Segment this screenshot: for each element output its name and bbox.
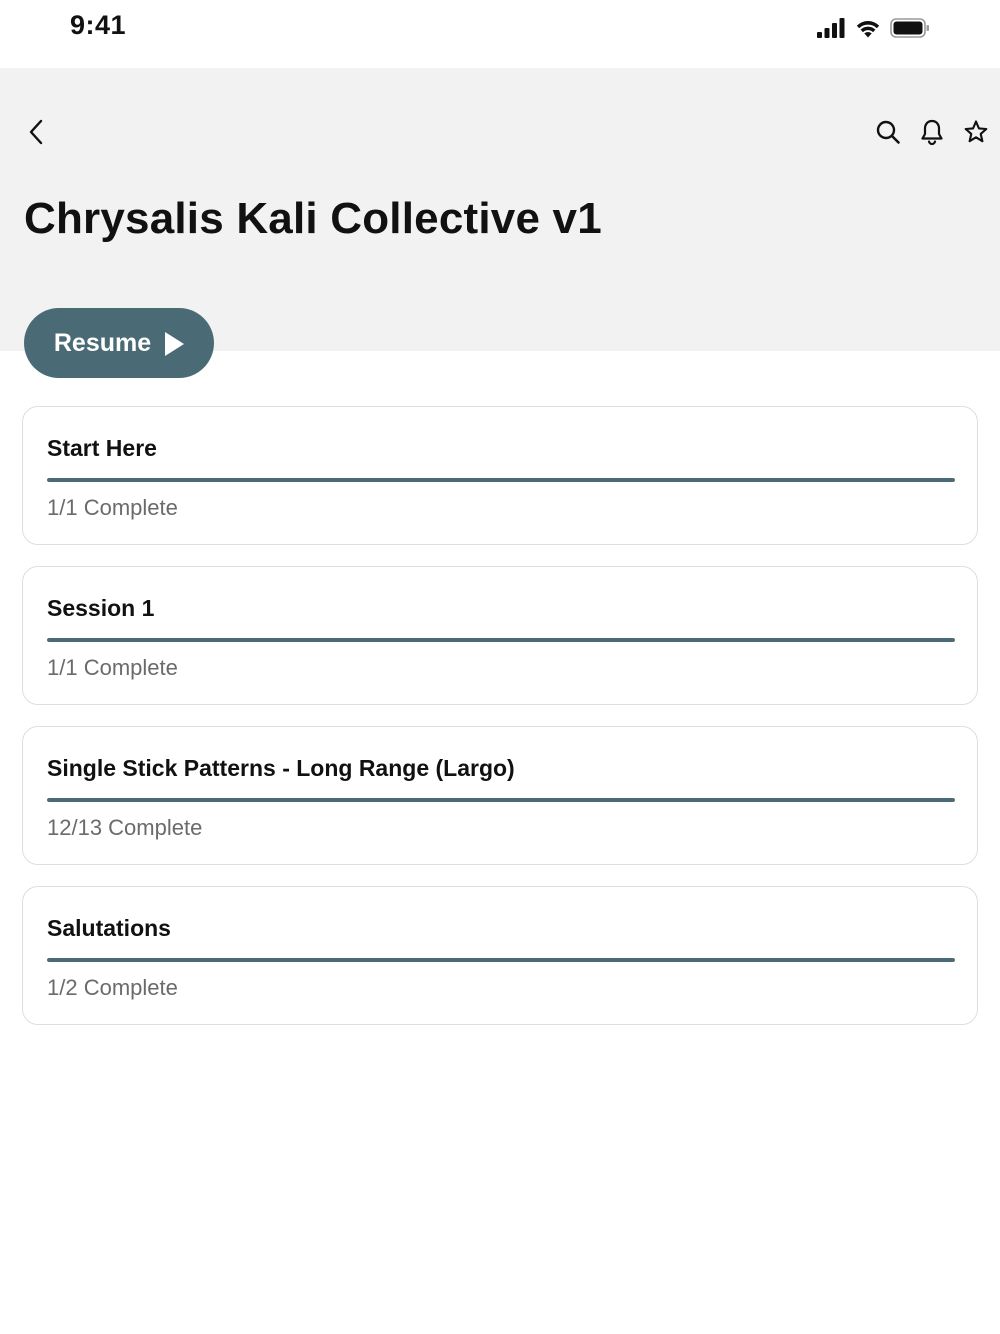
resume-label: Resume (53, 328, 152, 357)
status-bar: 9:41 (0, 0, 1000, 68)
header-actions (872, 118, 992, 150)
module-status: 1/2 Complete (47, 975, 178, 1000)
favorite-button[interactable] (960, 118, 992, 150)
search-icon (875, 119, 901, 150)
module-progress-fill (47, 638, 955, 642)
module-status: 12/13 Complete (47, 815, 203, 840)
star-icon (963, 119, 989, 150)
wifi-icon (854, 17, 882, 44)
status-time: 9:41 (70, 10, 127, 40)
back-chevron-icon (27, 119, 45, 150)
module-card[interactable]: Session 1 1/1 Complete (22, 566, 978, 705)
module-title: Salutations (47, 915, 171, 941)
module-progress-fill (47, 958, 955, 962)
module-title: Start Here (47, 435, 157, 461)
module-progress-fill (47, 798, 955, 802)
module-card[interactable]: Start Here 1/1 Complete (22, 406, 978, 545)
module-progress-bar (47, 958, 955, 962)
bell-icon (919, 118, 945, 151)
battery-icon (890, 17, 930, 44)
module-card[interactable]: Salutations 1/2 Complete (22, 886, 978, 1025)
module-progress-bar (47, 638, 955, 642)
resume-button[interactable]: Resume (24, 308, 214, 378)
module-card[interactable]: Single Stick Patterns - Long Range (Larg… (22, 726, 978, 865)
module-status: 1/1 Complete (47, 495, 178, 520)
module-title: Session 1 (47, 595, 155, 621)
module-progress-bar (47, 478, 955, 482)
module-list: Start Here 1/1 Complete Session 1 1/1 Compl… (22, 406, 978, 1046)
page-title: Chrysalis Kali Collective v1 (24, 194, 602, 243)
back-button[interactable] (20, 118, 52, 150)
status-icons (816, 17, 930, 44)
course-screen: 9:41 Chrysalis Kali Collective v1 Resume… (0, 0, 1000, 1334)
module-status: 1/1 Complete (47, 655, 178, 680)
search-button[interactable] (872, 118, 904, 150)
play-icon (165, 331, 185, 356)
module-progress-bar (47, 798, 955, 802)
module-progress-fill (47, 478, 955, 482)
notifications-button[interactable] (916, 118, 948, 150)
module-title: Single Stick Patterns - Long Range (Larg… (47, 755, 515, 781)
cellular-signal-icon (816, 17, 846, 44)
